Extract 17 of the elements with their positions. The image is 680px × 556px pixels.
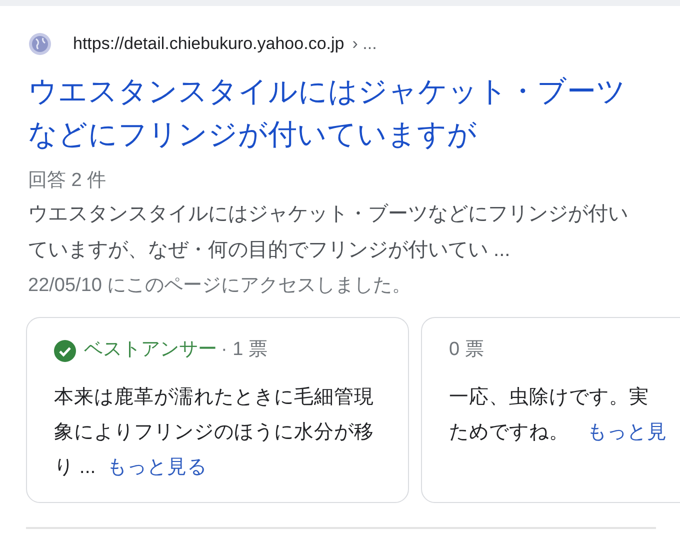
more-link[interactable]: もっと見る <box>107 456 208 478</box>
site-url[interactable]: https://detail.chiebukuro.yahoo.co.jp <box>73 31 344 56</box>
result-title[interactable]: ウエスタンスタイルにはジャケット・ブーツなどにフリンジが付いていますが <box>28 70 633 156</box>
answer-text: ためですね。 <box>449 420 569 444</box>
result-snippet: ウエスタンスタイルにはジャケット・ブーツなどにフリンジが付いていますが、なぜ・何の目的でフリンジが付いてい ... <box>28 202 629 262</box>
answer-count: 回答 2 件 <box>28 168 108 192</box>
breadcrumb: › ... <box>352 33 377 55</box>
answer-card[interactable]: ベストアンサー · 1 票 本来は鹿革が濡れたときに毛細管現象によりフリンジのほうに水分が移り ... もっと見る <box>26 316 409 502</box>
vote-count: 0 票 <box>449 338 484 362</box>
vote-count: · 1 票 <box>221 338 268 362</box>
globe-icon <box>28 32 52 56</box>
more-link[interactable]: もっと見 <box>587 414 667 450</box>
answer-text: 本来は鹿革が濡れたときに毛細管現象によりフリンジのほうに水分が移り ... もっと見る <box>54 384 375 480</box>
best-answer-label: ベストアンサー <box>84 338 217 362</box>
visited-date: 22/05/10 にこのページにアクセスしました。 <box>28 274 412 298</box>
answer-text: 一応、虫除けです。実 <box>449 384 650 410</box>
answer-card[interactable]: 0 票 一応、虫除けです。実 ためですね。 もっと見 <box>421 316 680 502</box>
